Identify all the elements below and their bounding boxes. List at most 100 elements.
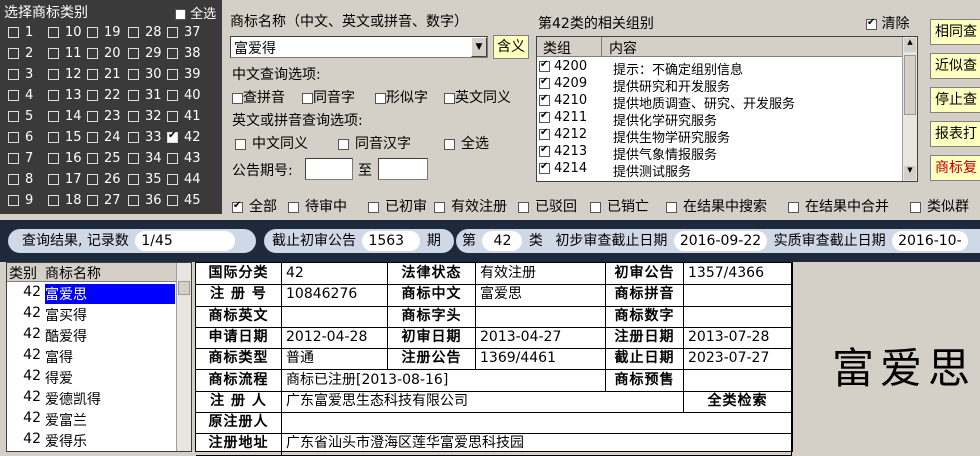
gazette-to-input[interactable] xyxy=(378,158,428,180)
checkbox-box[interactable] xyxy=(87,153,98,164)
checkbox-box[interactable] xyxy=(87,132,98,143)
group-row[interactable]: 4213提供气象情报服务 xyxy=(539,144,899,163)
checkbox-box[interactable] xyxy=(302,92,313,104)
checkbox-box[interactable] xyxy=(48,69,59,80)
checkbox-box[interactable] xyxy=(87,90,98,101)
en-option-2[interactable]: 全选 xyxy=(444,133,489,153)
checkbox-box[interactable] xyxy=(87,48,98,59)
checkbox-box[interactable] xyxy=(167,130,178,143)
checkbox-box[interactable] xyxy=(167,195,178,206)
category-39-checkbox[interactable]: 39 xyxy=(167,67,201,82)
filter-checkbox[interactable] xyxy=(288,201,299,213)
category-42-checkbox[interactable]: 42 xyxy=(167,130,201,145)
category-36-checkbox[interactable]: 36 xyxy=(128,193,162,208)
checkbox-box[interactable] xyxy=(8,90,19,101)
category-8-checkbox[interactable]: 8 xyxy=(8,172,33,187)
checkbox-box[interactable] xyxy=(48,132,59,143)
side-button-3[interactable]: 报表打 xyxy=(930,121,980,147)
category-7-checkbox[interactable]: 7 xyxy=(8,151,33,166)
category-select-all[interactable]: 全选 xyxy=(175,3,216,22)
checkbox-box[interactable] xyxy=(128,27,139,38)
result-list[interactable]: 类别 商标名称 42 富爱思 42 富买得 42 酷爱得 42 富得 42 得爱 42 爱德凯得 42 爱… xyxy=(6,262,192,452)
category-4-checkbox[interactable]: 4 xyxy=(8,88,33,103)
group-row[interactable]: 4210提供地质调查、研究、开发服务 xyxy=(539,93,899,112)
category-10-checkbox[interactable]: 10 xyxy=(48,25,82,40)
checkbox-box[interactable] xyxy=(8,153,19,164)
result-scroll-thumb[interactable] xyxy=(178,281,190,295)
category-40-checkbox[interactable]: 40 xyxy=(167,88,201,103)
checkbox-box[interactable] xyxy=(8,27,19,38)
en-option-1[interactable]: 同音汉字 xyxy=(338,133,411,153)
category-15-checkbox[interactable]: 15 xyxy=(48,130,82,145)
result-row[interactable]: 42 富买得 xyxy=(7,305,177,324)
category-1-checkbox[interactable]: 1 xyxy=(8,25,33,40)
category-44-checkbox[interactable]: 44 xyxy=(167,172,201,187)
filter-checkbox[interactable] xyxy=(518,201,529,213)
groups-list[interactable]: 类组 内容 4200提示：不确定组别信息4209提供研究和开发服务4210提供地… xyxy=(536,36,918,182)
cn-option-0[interactable]: 查拼音 xyxy=(232,87,285,107)
category-28-checkbox[interactable]: 28 xyxy=(128,25,162,40)
checkbox-box[interactable] xyxy=(8,132,19,143)
category-23-checkbox[interactable]: 23 xyxy=(87,109,121,124)
en-option-0[interactable]: 中文同义 xyxy=(235,133,308,153)
checkbox-box[interactable] xyxy=(128,48,139,59)
result-row[interactable]: 42 爱得乐 xyxy=(7,431,177,450)
filter-4[interactable]: 已驳回 xyxy=(518,196,577,216)
checkbox-box[interactable] xyxy=(48,174,59,185)
checkbox-box[interactable] xyxy=(128,111,139,122)
category-41-checkbox[interactable]: 41 xyxy=(167,109,201,124)
checkbox-box[interactable] xyxy=(128,195,139,206)
category-31-checkbox[interactable]: 31 xyxy=(128,88,162,103)
category-9-checkbox[interactable]: 9 xyxy=(8,193,33,208)
checkbox-box[interactable] xyxy=(8,48,19,59)
result-scrollbar[interactable] xyxy=(176,263,191,451)
filter-0[interactable]: 全部 xyxy=(232,196,277,216)
checkbox-box[interactable] xyxy=(8,195,19,206)
checkbox-box[interactable] xyxy=(87,174,98,185)
category-20-checkbox[interactable]: 20 xyxy=(87,46,121,61)
checkbox-box[interactable] xyxy=(87,111,98,122)
category-5-checkbox[interactable]: 5 xyxy=(8,109,33,124)
filter-8[interactable]: 类似群 xyxy=(910,196,969,216)
checkbox-box[interactable] xyxy=(8,174,19,185)
category-30-checkbox[interactable]: 30 xyxy=(128,67,162,82)
checkbox-box[interactable] xyxy=(48,153,59,164)
category-45-checkbox[interactable]: 45 xyxy=(167,193,201,208)
clear-checkbox[interactable] xyxy=(866,17,877,30)
filter-3[interactable]: 有效注册 xyxy=(434,196,507,216)
gazette-from-input[interactable] xyxy=(305,158,353,180)
category-24-checkbox[interactable]: 24 xyxy=(87,130,121,145)
checkbox-box[interactable] xyxy=(87,195,98,206)
checkbox-box[interactable] xyxy=(235,138,246,150)
filter-7[interactable]: 在结果中合并 xyxy=(788,196,889,216)
checkbox-box[interactable] xyxy=(128,174,139,185)
group-row[interactable]: 4211提供化学研究服务 xyxy=(539,110,899,129)
filter-checkbox[interactable] xyxy=(590,201,601,213)
checkbox-box[interactable] xyxy=(167,153,178,164)
checkbox-box[interactable] xyxy=(8,111,19,122)
filter-1[interactable]: 待审中 xyxy=(288,196,347,216)
group-row[interactable]: 4209提供研究和开发服务 xyxy=(539,76,899,95)
scroll-up-icon[interactable]: ▲ xyxy=(904,38,916,52)
group-checkbox[interactable] xyxy=(539,110,550,123)
category-16-checkbox[interactable]: 16 xyxy=(48,151,82,166)
category-3-checkbox[interactable]: 3 xyxy=(8,67,33,82)
checkbox-box[interactable] xyxy=(128,132,139,143)
category-35-checkbox[interactable]: 35 xyxy=(128,172,162,187)
category-27-checkbox[interactable]: 27 xyxy=(87,193,121,208)
checkbox-box[interactable] xyxy=(8,69,19,80)
category-12-checkbox[interactable]: 12 xyxy=(48,67,82,82)
all-class-search-button[interactable]: 全类检索 xyxy=(684,390,792,414)
filter-checkbox[interactable] xyxy=(368,201,379,213)
filter-2[interactable]: 已初审 xyxy=(368,196,427,216)
result-row[interactable]: 42 爱德凯得 xyxy=(7,389,177,408)
checkbox-box[interactable] xyxy=(48,195,59,206)
category-17-checkbox[interactable]: 17 xyxy=(48,172,82,187)
side-button-1[interactable]: 近似查 xyxy=(930,53,980,79)
checkbox-box[interactable] xyxy=(87,27,98,38)
checkbox-box[interactable] xyxy=(87,69,98,80)
checkbox-box[interactable] xyxy=(167,90,178,101)
checkbox-box[interactable] xyxy=(232,92,243,104)
chevron-down-icon[interactable]: ▼ xyxy=(471,37,487,57)
checkbox-box[interactable] xyxy=(167,69,178,80)
